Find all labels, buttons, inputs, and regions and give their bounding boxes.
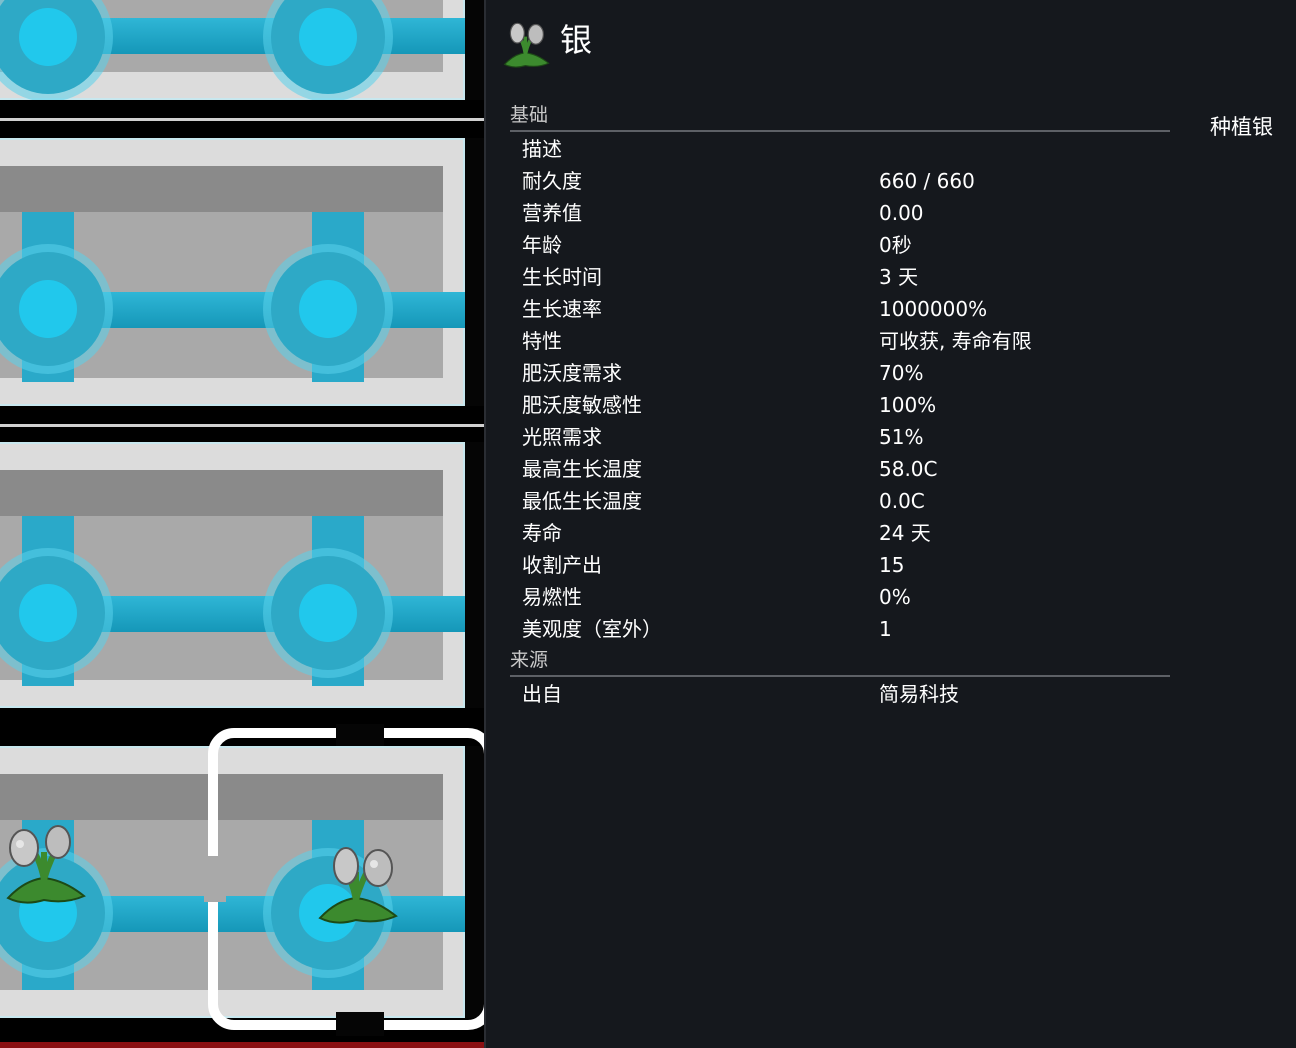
stat-label: 易燃性 xyxy=(522,585,582,609)
stat-value: 1000000% xyxy=(879,297,988,321)
stat-row[interactable]: 年龄 0秒 xyxy=(522,229,1162,261)
basin-shadow xyxy=(0,166,443,212)
page-title: 银 xyxy=(560,21,593,59)
stat-value: 100% xyxy=(879,393,937,417)
game-viewport[interactable] xyxy=(0,0,484,1048)
stat-label: 年龄 xyxy=(522,233,562,257)
stat-row[interactable]: 耐久度 660 / 660 xyxy=(522,165,1162,197)
info-card-panel: 银 种植银 基础描述耐久度 660 / 660 营养值 0.00 年龄 0秒生长时间 3 天… xyxy=(486,0,1296,1048)
stat-label: 耐久度 xyxy=(522,169,582,193)
stat-label: 肥沃度需求 xyxy=(522,361,622,385)
bottom-alert-bar xyxy=(0,1042,484,1048)
def-name-label: 种植银 xyxy=(1210,115,1273,139)
selection-gap xyxy=(336,724,384,746)
stat-row[interactable]: 营养值 0.00 xyxy=(522,197,1162,229)
stat-value: 0.0C xyxy=(879,489,925,513)
water-ring xyxy=(271,0,385,94)
stat-label: 出自 xyxy=(522,682,562,706)
stat-value: 1 xyxy=(879,617,892,641)
water-ring xyxy=(271,556,385,670)
water-ring xyxy=(0,0,105,94)
hydroponic-basin[interactable] xyxy=(0,442,465,708)
stat-value: 0% xyxy=(879,585,911,609)
stat-row[interactable]: 描述 xyxy=(522,133,1162,165)
stat-row[interactable]: 最低生长温度 0.0C xyxy=(522,485,1162,517)
stat-value: 0.00 xyxy=(879,201,924,225)
stat-label: 美观度（室外） xyxy=(522,617,662,641)
stat-label: 寿命 xyxy=(522,521,562,545)
stat-label: 收割产出 xyxy=(522,553,602,577)
stat-value: 58.0C xyxy=(879,457,938,481)
stat-label: 特性 xyxy=(522,329,562,353)
stat-label: 生长速率 xyxy=(522,297,602,321)
silver-plant-icon[interactable] xyxy=(0,818,90,908)
stat-label: 肥沃度敏感性 xyxy=(522,393,642,417)
stat-row[interactable]: 肥沃度敏感性 100% xyxy=(522,389,1162,421)
stat-row[interactable]: 收割产出 15 xyxy=(522,549,1162,581)
stat-row[interactable]: 光照需求 51% xyxy=(522,421,1162,453)
basin-shadow xyxy=(0,470,443,516)
section-heading: 基础 xyxy=(510,102,1170,132)
stat-label: 生长时间 xyxy=(522,265,602,289)
stat-value: 51% xyxy=(879,425,924,449)
stat-value: 70% xyxy=(879,361,924,385)
stat-row[interactable]: 特性 可收获, 寿命有限 xyxy=(522,325,1162,357)
stat-row[interactable]: 最高生长温度 58.0C xyxy=(522,453,1162,485)
stat-row[interactable]: 寿命 24 天 xyxy=(522,517,1162,549)
stat-value: 简易科技 xyxy=(879,682,959,706)
stat-label: 描述 xyxy=(522,137,562,161)
stat-row[interactable]: 易燃性 0% xyxy=(522,581,1162,613)
stat-label: 最高生长温度 xyxy=(522,457,642,481)
hydroponic-basin[interactable] xyxy=(0,138,465,406)
stat-row[interactable]: 肥沃度需求 70% xyxy=(522,357,1162,389)
stat-value: 24 天 xyxy=(879,521,931,545)
stat-label: 营养值 xyxy=(522,201,582,225)
stat-value: 660 / 660 xyxy=(879,169,975,193)
stat-row[interactable]: 出自 简易科技 xyxy=(522,678,1162,710)
silver-plant-icon xyxy=(503,22,550,68)
wall-line xyxy=(0,424,484,427)
stat-value: 15 xyxy=(879,553,905,577)
water-ring xyxy=(271,252,385,366)
stat-label: 光照需求 xyxy=(522,425,602,449)
hydroponic-basin[interactable] xyxy=(0,0,465,100)
stat-value: 0秒 xyxy=(879,233,912,257)
selection-gap xyxy=(336,1012,384,1036)
stat-row[interactable]: 美观度（室外） 1 xyxy=(522,613,1162,645)
stat-row[interactable]: 生长速率 1000000% xyxy=(522,293,1162,325)
section-heading: 来源 xyxy=(510,647,1170,677)
stat-value: 可收获, 寿命有限 xyxy=(879,329,1032,353)
stat-label: 最低生长温度 xyxy=(522,489,642,513)
stat-row[interactable]: 生长时间 3 天 xyxy=(522,261,1162,293)
silver-plant-icon[interactable] xyxy=(312,838,402,928)
stat-value: 3 天 xyxy=(879,265,919,289)
wall-line xyxy=(0,118,484,121)
selection-gap xyxy=(204,856,226,902)
